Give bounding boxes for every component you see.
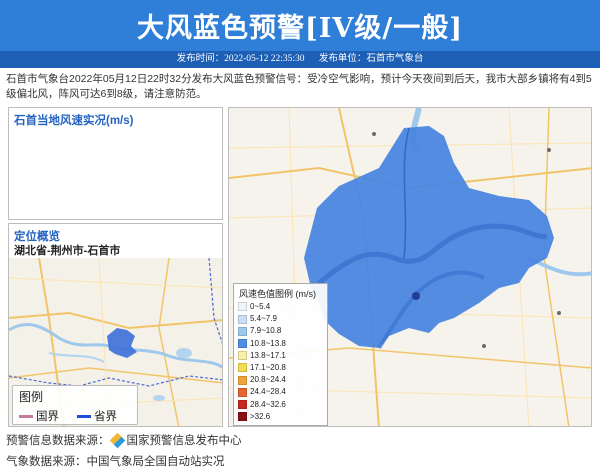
wind-speed-panel: 石首当地风速实况(m/s) [8, 107, 223, 220]
publish-time: 发布时间：2022-05-12 22:35:30 [176, 54, 305, 64]
legend-item-province-border: 省界 [77, 408, 117, 424]
wind-legend-item: 24.4~28.4 [238, 386, 286, 397]
wind-legend-label: 24.4~28.4 [250, 387, 286, 397]
wind-legend-label: 7.9~10.8 [250, 326, 282, 336]
legend-item-national-border: 国界 [19, 408, 59, 424]
wind-legend-label: 5.4~7.9 [250, 314, 277, 324]
wind-legend-label: 28.4~32.6 [250, 399, 286, 409]
map-legend: 图例 国界 省界 [12, 385, 138, 425]
wind-legend-item: 7.9~10.8 [238, 325, 281, 336]
wind-speed-legend: 风速色值图例 (m/s) 0~5.4 5.4~7.9 7.9~10.8 10.8~13… [233, 283, 328, 426]
wind-color-swatch [238, 387, 247, 397]
wind-legend-item: 17.1~20.8 [238, 362, 286, 373]
warning-area-map-panel: 风速色值图例 (m/s) 0~5.4 5.4~7.9 7.9~10.8 10.8~13… [228, 107, 592, 427]
wind-color-swatch [238, 326, 247, 336]
warning-source-label: 预警信息数据来源： [6, 435, 110, 447]
wind-legend-item: 13.8~17.1 [238, 350, 286, 361]
wind-legend-label: 13.8~17.1 [250, 350, 286, 360]
warning-source-line: 预警信息数据来源： 国家预警信息发布中心 [6, 432, 242, 449]
wind-legend-item: 28.4~32.6 [238, 399, 286, 410]
weather-source-label: 气象数据来源： [6, 456, 87, 468]
legend-item-label: 国界 [36, 411, 59, 423]
wind-legend-label: 10.8~13.8 [250, 338, 286, 348]
warning-header: 大风蓝色预警[IV级/一般] [0, 0, 600, 51]
wind-color-swatch [238, 363, 247, 373]
warning-center-logo-icon [109, 433, 125, 449]
wind-legend-label: 17.1~20.8 [250, 363, 286, 372]
wind-color-swatch [238, 314, 247, 324]
wind-color-swatch [238, 399, 247, 409]
publish-info-bar: 发布时间：2022-05-12 22:35:30 发布单位：石首市气象台 [0, 51, 600, 68]
legend-item-label: 省界 [94, 411, 117, 423]
location-region: 湖北省-荆州市-石首市 [14, 245, 121, 257]
legend-title: 图例 [19, 390, 44, 404]
national-border-line-icon [19, 415, 33, 419]
warning-title: 大风蓝色预警[IV级/一般] [137, 13, 463, 44]
publish-unit: 发布单位：石首市气象台 [318, 54, 424, 64]
warning-source-value[interactable]: 国家预警信息发布中心 [127, 435, 242, 447]
wind-legend-item: 20.8~24.4 [238, 374, 286, 385]
wind-color-swatch [238, 338, 247, 348]
wind-legend-label: 20.8~24.4 [250, 375, 286, 385]
wind-legend-item: 5.4~7.9 [238, 313, 277, 324]
wind-legend-label: 0~5.4 [250, 302, 271, 311]
wind-color-swatch [238, 412, 247, 422]
weather-source-value: 中国气象局全国自动站实况 [86, 456, 225, 468]
wind-legend-item: >32.6 [238, 411, 270, 422]
wind-legend-item: 10.8~13.8 [238, 338, 286, 349]
wind-color-swatch [238, 351, 247, 361]
wind-legend-item: 0~5.4 [238, 301, 270, 312]
weather-source-line: 气象数据来源：中国气象局全国自动站实况 [6, 453, 225, 469]
wind-legend-label: >32.6 [250, 411, 271, 421]
wind-color-swatch [238, 302, 247, 312]
wind-legend-title: 风速色值图例 (m/s) [239, 289, 316, 299]
wind-speed-panel-title: 石首当地风速实况(m/s) [14, 115, 134, 127]
province-border-line-icon [77, 415, 91, 419]
warning-description: 石首市气象台2022年05月12日22时32分发布大风蓝色预警信号：受冷空气影响… [6, 73, 592, 100]
wind-color-swatch [238, 375, 247, 385]
